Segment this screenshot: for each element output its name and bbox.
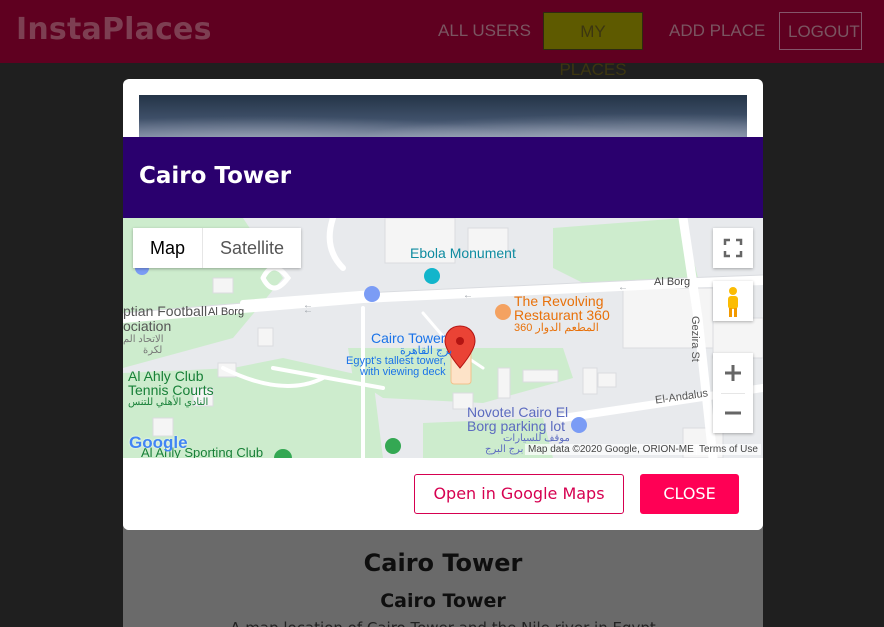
zoom-control [713, 353, 753, 433]
map-label-street: Gezira St [689, 316, 701, 362]
zoom-in-button[interactable] [713, 353, 753, 393]
map-label-football[interactable]: ociation [123, 318, 171, 334]
map-attribution: Map data ©2020 Google, ORION-ME [525, 444, 697, 455]
place-description: A map location of Cairo Tower and the Ni… [123, 619, 763, 627]
map-label-ebola[interactable]: Ebola Monument [410, 245, 516, 261]
modal-header: Cairo Tower [123, 137, 763, 218]
svg-text:←: ← [303, 300, 313, 311]
map-label-novotel[interactable]: Borg parking lot [467, 418, 565, 434]
map-label-football[interactable]: ptian Football [123, 303, 207, 319]
nav-logout-button[interactable]: LOGOUT [779, 12, 862, 50]
app-logo[interactable]: InstaPlaces [16, 12, 212, 47]
svg-text:←: ← [463, 290, 473, 301]
svg-text:←: ← [618, 282, 628, 293]
map-label-football-ar: لكرة [143, 345, 163, 356]
map-label-football-ar: الاتحاد الم [123, 334, 164, 345]
map-type-control: Map Satellite [133, 228, 302, 268]
street-view-button[interactable] [713, 281, 753, 321]
nav-add-place[interactable]: ADD PLACE [661, 12, 773, 50]
map-label-novotel-ar: برج البرج [485, 444, 524, 455]
open-in-google-maps-button[interactable]: Open in Google Maps [414, 474, 624, 514]
map-label-ahly-tennis[interactable]: Tennis Courts [128, 382, 214, 398]
map-label-ahly-ar: النادي الأهلي للتنس [128, 397, 209, 408]
map-label-novotel-ar: موقف للسيارات [503, 433, 570, 444]
modal-footer: Open in Google Maps CLOSE [123, 458, 763, 530]
modal-title: Cairo Tower [139, 163, 292, 189]
map-terms-link[interactable]: Terms of Use [696, 444, 761, 455]
google-logo[interactable]: Google [129, 433, 188, 453]
map-label-tower-desc: with viewing deck [360, 366, 446, 378]
google-map[interactable]: ← ← ← ← ← Ebola Monument Al Borg Al Borg Th… [123, 218, 763, 458]
pegman-icon [728, 287, 738, 317]
place-title: Cairo Tower [363, 549, 523, 577]
place-address: Cairo Tower [380, 590, 506, 612]
map-label-street: Al Borg [208, 306, 245, 318]
map-label-restaurant-ar: المطعم الدوار 360 [514, 322, 599, 334]
minus-icon [725, 411, 741, 415]
map-modal: Cairo Tower ← ← ← ← ← Ebola Monument Al … [123, 79, 763, 530]
map-type-satellite-button[interactable]: Satellite [203, 228, 301, 268]
map-label-street: Al Borg [654, 276, 691, 288]
map-type-map-button[interactable]: Map [133, 228, 204, 268]
fullscreen-icon [723, 238, 743, 258]
zoom-out-button[interactable] [713, 393, 753, 433]
nav-my-places[interactable]: MY PLACES [543, 12, 643, 79]
plus-icon [725, 365, 741, 381]
nav-all-users[interactable]: ALL USERS [430, 12, 539, 50]
fullscreen-button[interactable] [713, 228, 753, 268]
app-header: InstaPlaces ALL USERS MY PLACES ADD PLAC… [0, 0, 884, 79]
close-button[interactable]: CLOSE [640, 474, 739, 514]
